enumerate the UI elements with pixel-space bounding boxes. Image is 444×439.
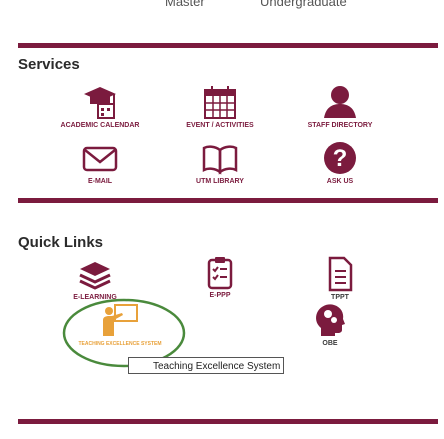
staff-directory-label: STAFF DIRECTORY xyxy=(307,122,373,129)
undergraduate-link[interactable]: Undergraduate xyxy=(260,0,347,9)
question-icon: ? xyxy=(324,142,356,174)
email-tile[interactable]: E-MAIL xyxy=(50,140,150,186)
head-gears-icon xyxy=(316,304,345,336)
envelope-icon xyxy=(82,146,118,172)
e-learning-tile[interactable]: E-LEARNING xyxy=(45,258,145,302)
tppt-label: TPPT xyxy=(331,294,349,301)
services-title: Services xyxy=(18,56,80,73)
divider xyxy=(18,419,438,424)
e-ppp-tile[interactable]: E-PPP xyxy=(170,256,270,300)
master-link[interactable]: Master xyxy=(165,0,205,9)
document-list-icon xyxy=(328,256,353,292)
divider xyxy=(18,43,438,48)
checklist-icon xyxy=(207,257,233,290)
academic-calendar-tile[interactable]: ACADEMIC CALENDAR xyxy=(50,84,150,130)
obe-tile[interactable]: OBE xyxy=(280,302,380,348)
svg-text:?: ? xyxy=(333,145,348,172)
academic-calendar-label: ACADEMIC CALENDAR xyxy=(60,122,140,129)
utm-library-tile[interactable]: UTM LIBRARY xyxy=(170,140,270,186)
event-activities-label: EVENT / ACTIVITIES xyxy=(186,122,254,129)
event-activities-tile[interactable]: EVENT / ACTIVITIES xyxy=(170,84,270,130)
tooltip: Teaching Excellence System xyxy=(128,357,284,374)
calendar-grid-icon xyxy=(204,86,236,119)
ask-us-tile[interactable]: ? ASK US xyxy=(290,140,390,186)
email-label: E-MAIL xyxy=(87,178,113,185)
top-labels: Master Undergraduate xyxy=(0,0,444,16)
quick-links-title: Quick Links xyxy=(18,234,104,251)
utm-library-label: UTM LIBRARY xyxy=(196,178,244,185)
ask-us-label: ASK US xyxy=(326,178,354,185)
graduation-cap-calendar-icon xyxy=(84,87,116,119)
staff-directory-tile[interactable]: STAFF DIRECTORY xyxy=(290,84,390,130)
book-icon xyxy=(202,145,238,175)
divider xyxy=(18,198,438,203)
stacked-layers-icon xyxy=(79,262,111,290)
tppt-tile[interactable]: TPPT xyxy=(290,256,390,302)
person-icon xyxy=(324,86,356,118)
obe-label: OBE xyxy=(322,340,338,347)
